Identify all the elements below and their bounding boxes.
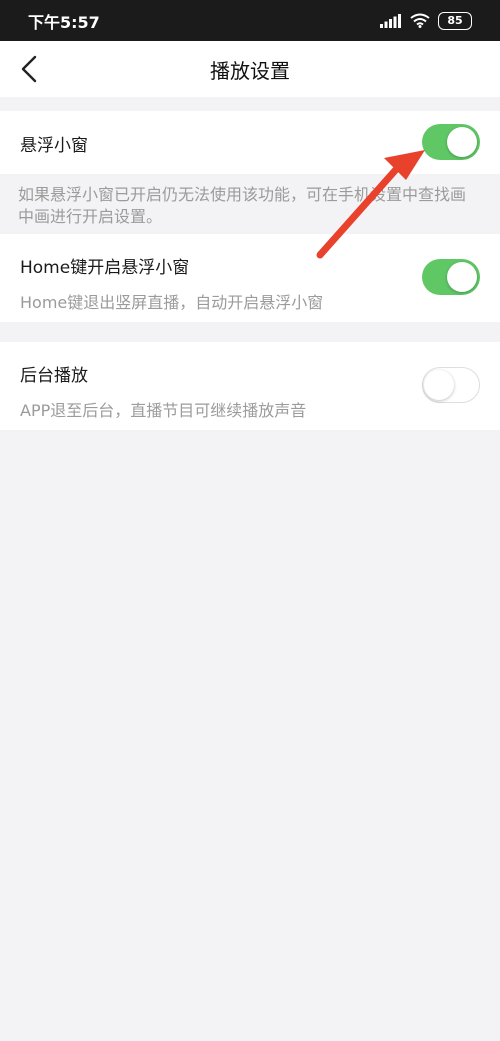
status-bar: 下午5:57 85 bbox=[0, 0, 500, 41]
wifi-icon bbox=[410, 13, 430, 28]
setting-row-floating-window: 悬浮小窗 bbox=[0, 111, 500, 174]
home-floating-toggle[interactable] bbox=[422, 259, 480, 295]
background-play-toggle[interactable] bbox=[422, 367, 480, 403]
page-title: 播放设置 bbox=[210, 58, 290, 83]
toggle-knob bbox=[424, 369, 454, 400]
signal-icon bbox=[380, 13, 401, 28]
setting-row-home-floating: Home键开启悬浮小窗 Home键退出竖屏直播，自动开启悬浮小窗 bbox=[0, 234, 500, 322]
section-home-floating: Home键开启悬浮小窗 Home键退出竖屏直播，自动开启悬浮小窗 bbox=[0, 234, 500, 322]
battery-icon: 85 bbox=[438, 11, 472, 30]
home-floating-description: Home键退出竖屏直播，自动开启悬浮小窗 bbox=[20, 293, 324, 312]
toggle-knob bbox=[447, 262, 477, 292]
section-background-play: 后台播放 APP退至后台，直播节目可继续播放声音 bbox=[0, 342, 500, 430]
section-floating-window: 悬浮小窗 bbox=[0, 111, 500, 174]
floating-window-label: 悬浮小窗 bbox=[20, 136, 88, 156]
background-play-description: APP退至后台，直播节目可继续播放声音 bbox=[20, 401, 307, 420]
back-button[interactable] bbox=[14, 53, 44, 85]
status-icons: 85 bbox=[380, 11, 472, 30]
chevron-left-icon bbox=[21, 55, 37, 83]
setting-row-background-play: 后台播放 APP退至后台，直播节目可继续播放声音 bbox=[0, 342, 500, 430]
status-time: 下午5:57 bbox=[28, 12, 100, 32]
floating-window-toggle[interactable] bbox=[422, 124, 480, 160]
toggle-knob bbox=[447, 127, 477, 157]
nav-bar: 播放设置 bbox=[0, 41, 500, 97]
home-floating-label: Home键开启悬浮小窗 bbox=[20, 258, 190, 278]
floating-window-note: 如果悬浮小窗已开启仍无法使用该功能，可在手机设置中查找画中画进行开启设置。 bbox=[18, 185, 467, 226]
background-play-label: 后台播放 bbox=[20, 366, 88, 386]
